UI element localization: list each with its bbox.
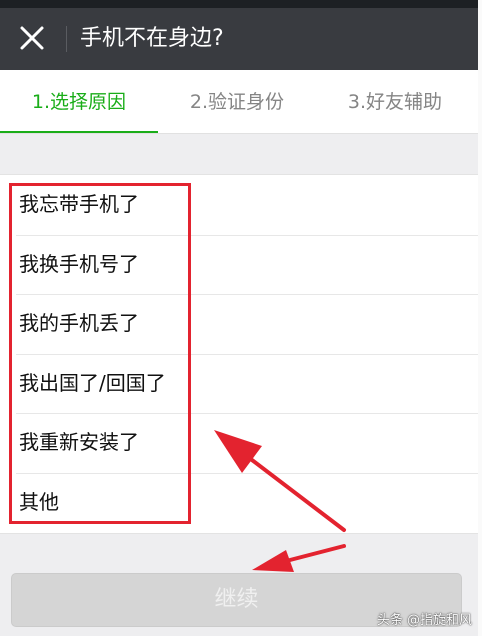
list-item-label: 我的手机丢了 — [19, 311, 139, 336]
close-icon — [20, 26, 44, 50]
reason-changed-number[interactable]: 我换手机号了 — [0, 234, 478, 295]
watermark: 头条 @指旋和风 — [376, 613, 472, 628]
tab-friend-assist[interactable]: 3.好友辅助 — [316, 70, 474, 134]
tabs-divider — [0, 133, 478, 134]
list-item-label: 我重新安装了 — [19, 430, 139, 455]
list-item-label: 其他 — [19, 489, 59, 514]
reason-other[interactable]: 其他 — [0, 472, 478, 533]
reason-forgot-phone[interactable]: 我忘带手机了 — [0, 175, 478, 235]
recovery-page: 手机不在身边? 1.选择原因 2.验证身份 3.好友辅助 我忘带手机了 我换手机… — [0, 0, 478, 636]
tab-select-reason[interactable]: 1.选择原因 — [0, 70, 158, 134]
page-title: 手机不在身边? — [80, 26, 224, 51]
title-divider — [66, 26, 67, 52]
list-item-label: 我忘带手机了 — [19, 192, 139, 216]
tab-verify-identity[interactable]: 2.验证身份 — [158, 70, 316, 134]
status-bar — [0, 0, 478, 8]
close-button[interactable] — [10, 16, 54, 60]
reason-reinstalled[interactable]: 我重新安装了 — [0, 413, 478, 473]
reason-lost-phone[interactable]: 我的手机丢了 — [0, 294, 478, 354]
reason-travel[interactable]: 我出国了/回国了 — [0, 353, 478, 414]
step-tabs: 1.选择原因 2.验证身份 3.好友辅助 — [0, 70, 478, 134]
reason-list: 我忘带手机了 我换手机号了 我的手机丢了 我出国了/回国了 我重新安装了 其他 — [0, 174, 478, 534]
list-item-label: 我出国了/回国了 — [19, 370, 166, 395]
list-item-label: 我换手机号了 — [19, 251, 139, 276]
right-edge-strip — [478, 0, 482, 636]
top-bar: 手机不在身边? — [0, 8, 478, 70]
